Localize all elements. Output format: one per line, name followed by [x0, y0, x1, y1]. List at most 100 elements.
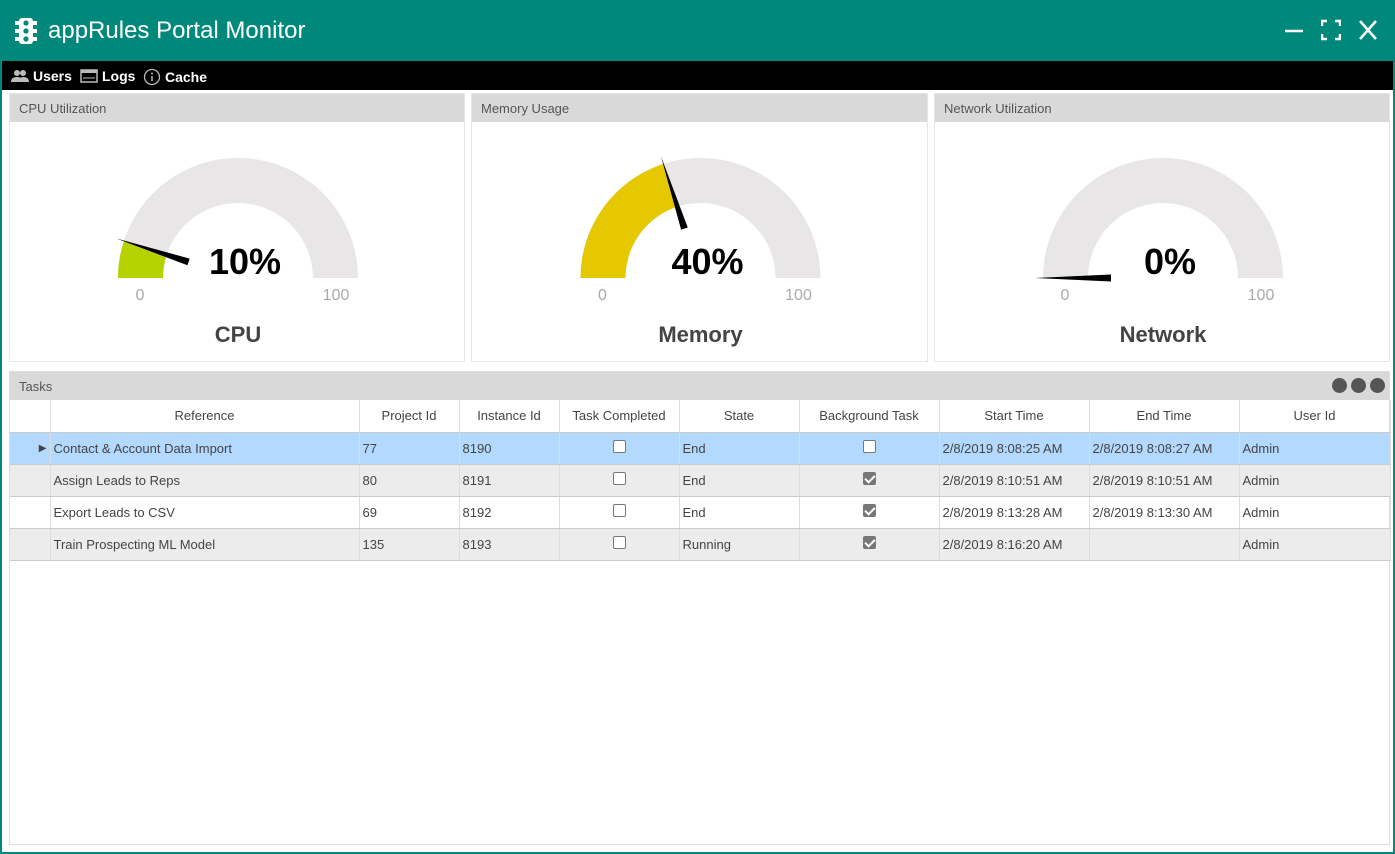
panel-header: Network Utilization	[935, 94, 1389, 122]
cell-completed	[559, 464, 680, 497]
table-row[interactable]: Export Leads to CSV 69 8192 End 2/8/2019 8:1…	[10, 496, 1391, 529]
task-completed-checkbox[interactable]	[612, 536, 626, 549]
gauge-max-label: 100	[1248, 287, 1275, 304]
tasks-panel: Tasks Reference Project Id Instance Id Task…	[9, 371, 1391, 845]
column-header[interactable]: Project Id	[359, 400, 460, 433]
column-header[interactable]: User Id	[1239, 400, 1391, 433]
cell-instance: 8191	[459, 464, 560, 497]
memory-panel: Memory Usage 40% 0 100 Memory	[471, 93, 928, 362]
cell-background	[799, 464, 940, 497]
network-panel: Network Utilization 0% 0 100 Network	[934, 93, 1390, 362]
column-header[interactable]: Task Completed	[559, 400, 680, 433]
users-button[interactable]: Users	[11, 68, 72, 84]
column-header[interactable]: Background Task	[799, 400, 940, 433]
current-row-icon: ▶	[38, 442, 47, 454]
cell-ref: Contact & Account Data Import	[50, 432, 360, 465]
users-label: Users	[33, 68, 72, 84]
title-bar: appRules Portal Monitor	[2, 0, 1393, 61]
cell-background	[799, 528, 940, 561]
gauge-name: Memory	[658, 322, 743, 347]
gauge-name: Network	[1120, 322, 1208, 347]
column-header[interactable]: End Time	[1089, 400, 1240, 433]
row-indicator	[10, 528, 51, 561]
cell-start: 2/8/2019 8:13:28 AM	[939, 496, 1090, 529]
logs-button[interactable]: Logs	[80, 68, 135, 84]
cell-start: 2/8/2019 8:08:25 AM	[939, 432, 1090, 465]
table-row[interactable]: Assign Leads to Reps 80 8191 End 2/8/2019 8:…	[10, 464, 1391, 497]
gauge-value: 0%	[1144, 241, 1196, 282]
background-task-checkbox[interactable]	[862, 504, 876, 517]
row-indicator	[10, 496, 51, 529]
collapse-icon[interactable]	[1351, 378, 1366, 393]
gauge-fill	[580, 163, 678, 278]
minimize-icon[interactable]	[1284, 18, 1304, 42]
row-indicator: ▶	[10, 432, 51, 465]
cell-ref: Train Prospecting ML Model	[50, 528, 360, 561]
cell-instance: 8193	[459, 528, 560, 561]
cell-user: Admin	[1239, 432, 1391, 465]
window-title: appRules Portal Monitor	[48, 17, 306, 44]
cache-label: Cache	[165, 69, 208, 85]
gauge-min-label: 0	[1061, 287, 1070, 304]
cell-instance: 8192	[459, 496, 560, 529]
cell-user: Admin	[1239, 464, 1391, 497]
cell-start: 2/8/2019 8:16:20 AM	[939, 528, 1090, 561]
cell-end	[1089, 528, 1240, 561]
network-gauge: 0% 0 100 Network	[1035, 158, 1283, 347]
refresh-icon[interactable]	[1332, 378, 1347, 393]
close-icon[interactable]	[1358, 18, 1378, 42]
cell-state: End	[679, 432, 800, 465]
gauge-min-label: 0	[136, 287, 145, 304]
column-header[interactable]: Reference	[50, 400, 360, 433]
task-completed-checkbox[interactable]	[612, 472, 626, 485]
users-icon	[11, 70, 29, 82]
cell-user: Admin	[1239, 496, 1391, 529]
column-header[interactable]: Start Time	[939, 400, 1090, 433]
cell-ref: Assign Leads to Reps	[50, 464, 360, 497]
app-window: appRules Portal Monitor Users Logs Cache…	[0, 0, 1395, 854]
cell-ref: Export Leads to CSV	[50, 496, 360, 529]
table-row[interactable]: Train Prospecting ML Model 135 8193 Running…	[10, 528, 1391, 561]
cell-start: 2/8/2019 8:10:51 AM	[939, 464, 1090, 497]
logs-icon	[80, 69, 98, 83]
memory-gauge: 40% 0 100 Memory	[580, 156, 821, 347]
column-header[interactable]: Instance Id	[459, 400, 560, 433]
gauge-name: CPU	[215, 322, 261, 347]
panel-header: CPU Utilization	[10, 94, 464, 122]
gauge-value: 10%	[209, 241, 281, 282]
task-completed-checkbox[interactable]	[612, 504, 626, 517]
cell-project: 77	[359, 432, 460, 465]
cell-end: 2/8/2019 8:08:27 AM	[1089, 432, 1240, 465]
cell-project: 135	[359, 528, 460, 561]
cell-project: 69	[359, 496, 460, 529]
panel-header: Tasks	[10, 372, 1389, 400]
row-indicator-header	[10, 400, 51, 433]
gauge-value: 40%	[671, 241, 743, 282]
background-task-checkbox[interactable]	[862, 440, 876, 453]
logs-label: Logs	[102, 68, 136, 84]
tasks-table: Reference Project Id Instance Id Task Compl…	[10, 400, 1391, 561]
background-task-checkbox[interactable]	[862, 536, 876, 549]
maximize-icon[interactable]	[1321, 18, 1341, 42]
cell-completed	[559, 432, 680, 465]
background-task-checkbox[interactable]	[862, 472, 876, 485]
cell-user: Admin	[1239, 528, 1391, 561]
cell-state: End	[679, 496, 800, 529]
cache-button[interactable]: Cache	[143, 68, 207, 86]
task-completed-checkbox[interactable]	[612, 440, 626, 453]
panel-header: Memory Usage	[472, 94, 927, 122]
remove-icon[interactable]	[1370, 378, 1385, 393]
cell-end: 2/8/2019 8:10:51 AM	[1089, 464, 1240, 497]
toolbar: Users Logs Cache	[2, 61, 1393, 90]
cpu-gauge: 10% 0 100 CPU	[116, 158, 358, 347]
cpu-panel: CPU Utilization 10% 0 100 CPU	[9, 93, 465, 362]
cell-instance: 8190	[459, 432, 560, 465]
traffic-light-icon	[15, 18, 37, 44]
info-icon	[143, 68, 161, 86]
column-header[interactable]: State	[679, 400, 800, 433]
cell-completed	[559, 496, 680, 529]
table-row[interactable]: ▶ Contact & Account Data Import 77 8190 End 2…	[10, 432, 1391, 465]
cell-end: 2/8/2019 8:13:30 AM	[1089, 496, 1240, 529]
cell-background	[799, 496, 940, 529]
cell-state: End	[679, 464, 800, 497]
